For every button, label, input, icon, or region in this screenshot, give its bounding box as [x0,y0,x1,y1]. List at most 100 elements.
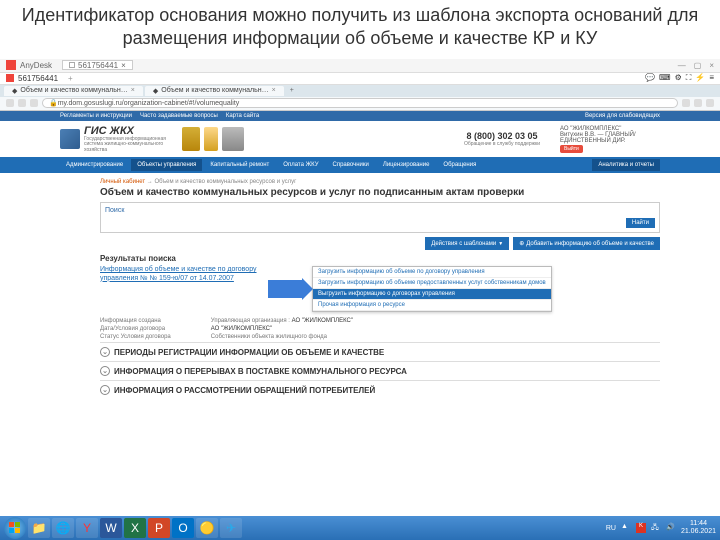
nav-ref[interactable]: Справочники [327,159,375,171]
user-block: АО "ЖИЛКОМПЛЕКС" Витухин В.В. — ГЛАВНЫЙ/… [560,126,660,153]
portal-header: ГИС ЖКХ Государственная информационная с… [0,121,720,158]
logo-block[interactable]: ГИС ЖКХ Государственная информационная с… [60,125,174,154]
taskbar-app-chrome[interactable]: 🟡 [196,518,218,538]
close-icon[interactable]: × [272,87,276,94]
nav-capital[interactable]: Капитальный ремонт [204,159,275,171]
reload-icon[interactable] [30,99,38,107]
results-header: Результаты поиска [100,254,660,263]
info-value: АО "ЖИЛКОМПЛЕКС" [211,326,272,332]
top-link[interactable]: Карта сайта [226,113,259,119]
extension-icon[interactable] [694,99,702,107]
settings-icon[interactable]: ⚙ [675,73,682,83]
dropdown-item[interactable]: Прочая информация о ресурсе [313,300,551,311]
start-button[interactable] [4,517,26,539]
expander-appeals[interactable]: ⌄ ИНФОРМАЦИЯ О РАССМОТРЕНИИ ОБРАЩЕНИЙ ПО… [100,380,660,399]
nav-payment[interactable]: Оплата ЖКУ [277,159,324,171]
lang-indicator[interactable]: RU [606,525,616,532]
dropdown-item[interactable]: Загрузить информацию об объеме предостав… [313,278,551,289]
annotation-arrow-icon [268,280,304,298]
taskbar-app-yandex[interactable]: Y [76,518,98,538]
taskbar-app-browser[interactable]: 🌐 [52,518,74,538]
close-icon[interactable]: × [131,87,135,94]
plus-icon[interactable]: + [68,74,73,83]
taskbar-app-telegram[interactable]: ✈ [220,518,242,538]
browser-tab-strip: ◆ Объем и качество коммунальн… × ◆ Объем… [0,85,720,97]
templates-button[interactable]: Действия с шаблонами▼ [425,237,509,250]
extension-icon[interactable] [682,99,690,107]
kaspersky-icon[interactable]: K [636,523,646,533]
maximize-icon[interactable]: ▢ [694,61,702,70]
url-text: my.dom.gosuslugi.ru/organization-cabinet… [58,100,240,107]
forward-icon[interactable] [18,99,26,107]
browser-toolbar: 🔒 my.dom.gosuslugi.ru/organization-cabin… [0,97,720,111]
result-link[interactable]: Информация об объеме и качестве по догов… [100,266,260,283]
close-icon[interactable]: × [121,61,126,70]
windows-logo-icon [9,522,21,534]
plus-icon: ⊕ [519,240,524,247]
crumb-home[interactable]: Личный кабинет [100,179,145,185]
anydesk-titlebar: AnyDesk 561756441 × — ▢ × [0,59,720,73]
tab-label: Объем и качество коммунальн… [20,87,127,94]
phone-number: 8 (800) 302 03 05 [464,131,540,141]
gis-logo-icon [60,129,80,149]
info-col-right: Управляющая организация : АО "ЖИЛКОМПЛЕК… [211,318,353,342]
portal-top-links: Регламенты и инструкции Часто задаваемые… [0,111,720,121]
banner-icon [222,127,244,151]
close-icon[interactable]: × [709,61,714,70]
browser-tab[interactable]: ◆ Объем и качество коммунальн… × [4,86,143,96]
volume-icon[interactable]: 🔊 [666,523,676,533]
add-info-button[interactable]: ⊕Добавить информацию об объеме и качеств… [513,237,660,250]
anydesk-name: AnyDesk [20,61,52,70]
minimize-icon[interactable]: — [678,61,686,70]
taskbar-app-outlook[interactable]: O [172,518,194,538]
logout-button[interactable]: Выйти [560,145,583,153]
browser-tab[interactable]: ◆ Объем и качество коммунальн… × [145,86,284,96]
lock-icon: 🔒 [49,99,58,107]
tab-label: Объем и качество коммунальн… [161,87,268,94]
crumb-current: Объем и качество коммунальных ресурсов и… [154,179,296,185]
keyboard-icon[interactable]: ⌨ [659,73,671,83]
info-col-left: Информация создана Дата/Условия договора… [100,318,171,342]
btn-label: Действия с шаблонами [431,241,496,247]
taskbar-app-explorer[interactable]: 📁 [28,518,50,538]
logo-title: ГИС ЖКХ [84,125,174,137]
address-bar[interactable]: 🔒 my.dom.gosuslugi.ru/organization-cabin… [42,98,678,108]
new-tab-icon[interactable]: + [286,87,298,94]
system-tray: RU ▲ K 🖧 🔊 11:44 21.06.2021 [606,520,716,535]
network-icon[interactable]: 🖧 [651,523,661,533]
tray-icon[interactable]: ▲ [621,523,631,533]
taskbar-clock[interactable]: 11:44 21.06.2021 [681,520,716,535]
page-content: Личный кабинет → Объем и качество коммун… [0,173,720,405]
chat-icon[interactable]: 💬 [645,73,655,83]
anydesk-tab[interactable]: 561756441 × [62,60,133,70]
top-link[interactable]: Регламенты и инструкции [60,113,132,119]
slide-title: Идентификатор основания можно получить и… [0,0,720,59]
nav-license[interactable]: Лицензирование [377,159,436,171]
expander-label: ИНФОРМАЦИЯ О ПЕРЕРЫВАХ В ПОСТАВКЕ КОММУН… [114,367,407,376]
fullscreen-icon[interactable]: ⛶ [686,73,692,83]
search-button[interactable]: Найти [626,218,655,228]
info-block: Информация создана Дата/Условия договора… [100,318,660,342]
menu-icon[interactable] [706,99,714,107]
nav-objects[interactable]: Объекты управления [131,159,202,171]
nav-analytics[interactable]: Аналитика и отчеты [592,159,660,171]
nav-admin[interactable]: Администрирование [60,159,129,171]
menu-icon[interactable]: ≡ [709,73,714,83]
dropdown-item[interactable]: Загрузить информацию об объеме по догово… [313,267,551,278]
taskbar-app-excel[interactable]: X [124,518,146,538]
chevron-down-icon: ⌄ [100,385,110,395]
top-link[interactable]: Часто задаваемые вопросы [140,113,218,119]
user-info: Витухин В.В. — ГЛАВНЫЙ/ЕДИНСТВЕННЫЙ ДИР. [560,132,660,144]
expander-breaks[interactable]: ⌄ ИНФОРМАЦИЯ О ПЕРЕРЫВАХ В ПОСТАВКЕ КОММ… [100,361,660,380]
dropdown-item-highlighted[interactable]: Выгрузить информацию о договорах управле… [313,289,551,300]
anydesk-tab-label: 561756441 [78,61,118,70]
top-link[interactable]: Версия для слабовидящих [585,113,660,119]
back-icon[interactable] [6,99,14,107]
bolt-icon[interactable]: ⚡ [695,73,705,83]
taskbar-app-word[interactable]: W [100,518,122,538]
nav-appeals[interactable]: Обращения [437,159,482,171]
taskbar-app-powerpoint[interactable]: P [148,518,170,538]
expander-periods[interactable]: ⌄ ПЕРИОДЫ РЕГИСТРАЦИИ ИНФОРМАЦИИ ОБ ОБЪЕ… [100,342,660,361]
phone-sub: Обращение в службу поддержки [464,141,540,147]
chevron-down-icon: ⌄ [100,366,110,376]
